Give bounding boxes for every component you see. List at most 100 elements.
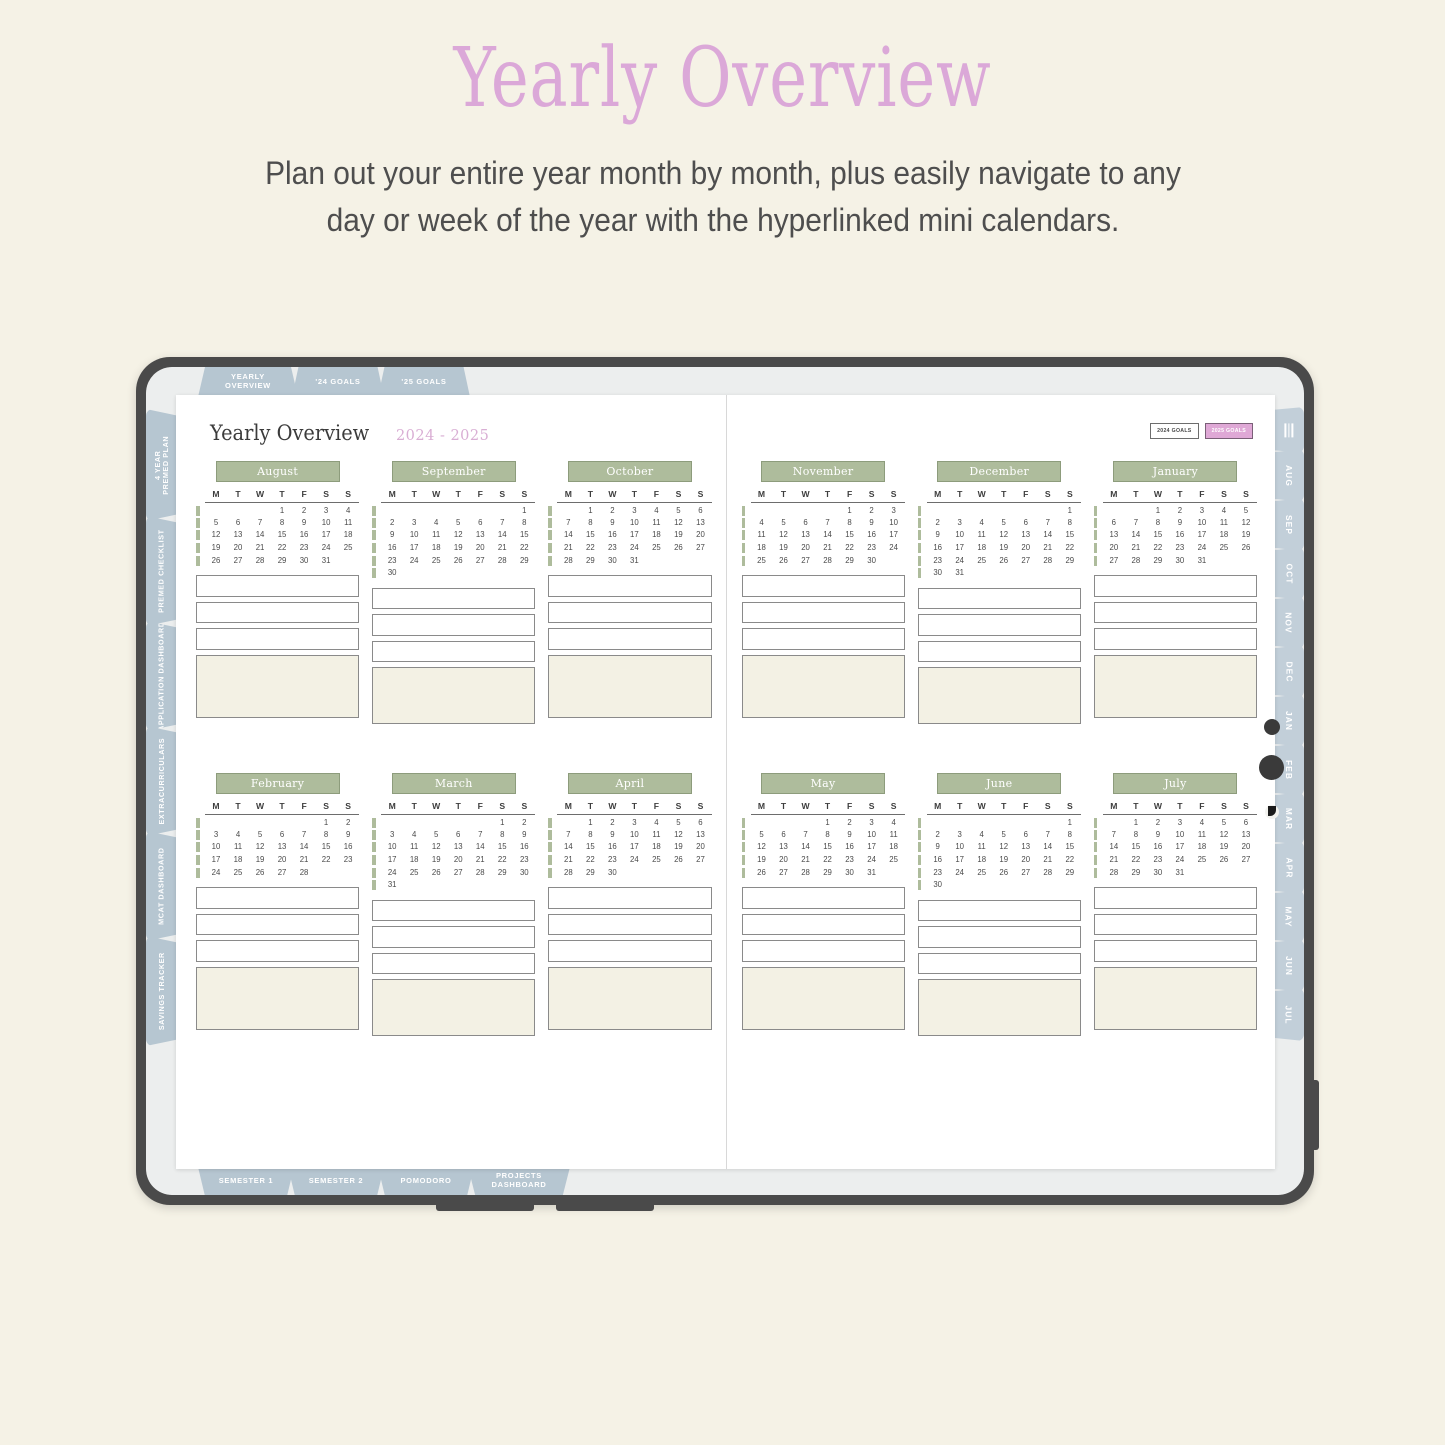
calendar-day[interactable]: 13	[1235, 828, 1257, 841]
month-task-input[interactable]	[1093, 628, 1258, 650]
week-link-bar[interactable]	[1093, 841, 1103, 854]
calendar-day[interactable]: 28	[1037, 866, 1059, 879]
week-link-bar[interactable]	[548, 866, 557, 879]
calendar-day[interactable]: 26	[1235, 541, 1257, 554]
calendar-day[interactable]: 2	[601, 814, 623, 828]
calendar-day[interactable]: 24	[205, 866, 227, 879]
calendar-day[interactable]: 30	[381, 566, 403, 579]
calendar-day[interactable]: 1	[1147, 502, 1169, 516]
goal-button-2025-goals[interactable]: 2025 GOALS	[1204, 423, 1253, 439]
calendar-day[interactable]: 24	[623, 541, 645, 554]
month-note-box[interactable]	[196, 654, 360, 718]
calendar-day[interactable]: 19	[751, 853, 773, 866]
week-link-bar[interactable]	[1093, 541, 1103, 554]
calendar-day[interactable]: 4	[403, 828, 425, 841]
calendar-day[interactable]: 11	[403, 841, 425, 854]
month-task-input[interactable]	[548, 940, 712, 962]
week-link-bar[interactable]	[196, 529, 205, 542]
calendar-day[interactable]: 15	[271, 529, 293, 542]
calendar-day[interactable]: 23	[601, 541, 623, 554]
month-name-label[interactable]: August	[215, 461, 340, 482]
side-tab-extracurriculars[interactable]: EXTRACURRICULARS	[146, 726, 178, 836]
month-task-input[interactable]	[1093, 940, 1258, 962]
calendar-day[interactable]: 21	[293, 853, 315, 866]
calendar-day[interactable]: 26	[205, 554, 227, 567]
month-task-input[interactable]	[548, 913, 712, 936]
calendar-day[interactable]: 29	[817, 866, 839, 879]
calendar-day[interactable]: 1	[579, 814, 601, 828]
calendar-day[interactable]: 22	[839, 541, 861, 554]
week-link-bar[interactable]	[372, 841, 381, 854]
week-link-bar[interactable]	[741, 529, 751, 542]
calendar-day[interactable]: 28	[817, 554, 839, 567]
calendar-day[interactable]: 30	[601, 866, 623, 879]
calendar-day[interactable]: 13	[271, 841, 293, 854]
week-link-bar[interactable]	[741, 814, 751, 828]
calendar-day[interactable]: 7	[557, 828, 579, 841]
calendar-day[interactable]: 23	[1147, 853, 1169, 866]
month-note-box[interactable]	[741, 654, 905, 718]
calendar-day[interactable]: 23	[293, 541, 315, 554]
calendar-day[interactable]: 18	[337, 529, 359, 542]
calendar-day[interactable]: 29	[271, 554, 293, 567]
calendar-day[interactable]: 21	[817, 541, 839, 554]
week-link-bar[interactable]	[917, 828, 927, 841]
calendar-day[interactable]: 22	[817, 853, 839, 866]
calendar-day[interactable]: 15	[491, 841, 513, 854]
calendar-day[interactable]: 21	[491, 541, 513, 554]
calendar-day[interactable]: 11	[1213, 516, 1235, 529]
week-link-bar[interactable]	[917, 866, 927, 879]
calendar-day[interactable]: 25	[1191, 853, 1213, 866]
calendar-day[interactable]: 14	[817, 529, 839, 542]
calendar-day[interactable]: 13	[469, 529, 491, 542]
calendar-day[interactable]: 7	[469, 828, 491, 841]
calendar-day[interactable]: 22	[1125, 853, 1147, 866]
calendar-day[interactable]: 8	[1125, 828, 1147, 841]
calendar-day[interactable]: 17	[403, 541, 425, 554]
calendar-day[interactable]: 8	[579, 828, 601, 841]
week-link-bar[interactable]	[917, 853, 927, 866]
week-link-bar[interactable]	[917, 878, 927, 891]
calendar-day[interactable]: 14	[249, 529, 271, 542]
calendar-day[interactable]: 15	[315, 841, 337, 854]
calendar-day[interactable]: 29	[491, 866, 513, 879]
calendar-day[interactable]: 20	[1235, 841, 1257, 854]
bottom-tab-pomodoro[interactable]: POMODORO	[378, 1167, 474, 1195]
calendar-day[interactable]: 12	[1235, 516, 1257, 529]
calendar-day[interactable]: 17	[883, 529, 905, 542]
calendar-day[interactable]: 25	[971, 554, 993, 567]
calendar-day[interactable]: 1	[513, 502, 535, 516]
month-tab-jul[interactable]: JUL	[1274, 988, 1304, 1041]
calendar-day[interactable]: 1	[1059, 502, 1081, 516]
month-note-box[interactable]	[1093, 966, 1258, 1030]
calendar-day[interactable]: 11	[751, 529, 773, 542]
month-tab-apr[interactable]: APR	[1274, 841, 1304, 894]
calendar-day[interactable]: 28	[249, 554, 271, 567]
week-link-bar[interactable]	[548, 541, 557, 554]
month-tab-dec[interactable]: DEC	[1274, 645, 1304, 698]
calendar-day[interactable]: 16	[839, 841, 861, 854]
month-name-label[interactable]: February	[215, 773, 340, 794]
calendar-day[interactable]: 30	[513, 866, 535, 879]
month-task-input[interactable]	[917, 640, 1081, 663]
week-link-bar[interactable]	[741, 853, 751, 866]
calendar-day[interactable]: 21	[469, 853, 491, 866]
calendar-day[interactable]: 18	[1191, 841, 1213, 854]
calendar-day[interactable]: 6	[271, 828, 293, 841]
week-link-bar[interactable]	[917, 566, 927, 579]
calendar-day[interactable]: 30	[861, 554, 883, 567]
month-task-input[interactable]	[548, 887, 712, 909]
calendar-day[interactable]: 8	[513, 516, 535, 529]
calendar-day[interactable]: 16	[601, 529, 623, 542]
calendar-day[interactable]: 4	[883, 814, 905, 828]
week-link-bar[interactable]	[196, 841, 205, 854]
calendar-day[interactable]: 20	[1103, 541, 1125, 554]
calendar-day[interactable]: 5	[205, 516, 227, 529]
calendar-day[interactable]: 17	[861, 841, 883, 854]
week-link-bar[interactable]	[917, 841, 927, 854]
calendar-day[interactable]: 5	[1235, 502, 1257, 516]
calendar-day[interactable]: 16	[513, 841, 535, 854]
calendar-day[interactable]: 4	[1213, 502, 1235, 516]
calendar-day[interactable]: 10	[623, 516, 645, 529]
calendar-day[interactable]: 2	[381, 516, 403, 529]
